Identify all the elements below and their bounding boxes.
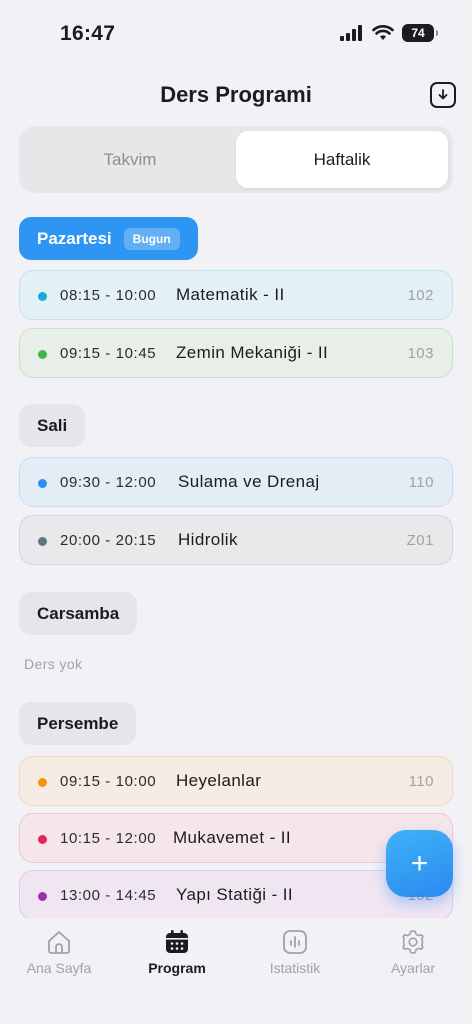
status-bar: 16:47 74 <box>0 0 472 70</box>
tab-istatistik[interactable]: Istatistik <box>236 928 354 976</box>
lesson-room: 110 <box>408 473 434 491</box>
lesson-color-dot <box>38 537 47 546</box>
lesson-color-dot <box>38 778 47 787</box>
tab-ayarlar[interactable]: Ayarlar <box>354 928 472 976</box>
lesson-card[interactable]: 09:15 - 10:00 Heyelanlar 110 <box>19 756 453 806</box>
lesson-name: Yapı Statiği - II <box>176 885 294 904</box>
chart-icon <box>283 930 307 954</box>
wifi-icon <box>372 25 394 40</box>
day-header-pazartesi: Pazartesi Bugun <box>19 217 198 260</box>
lesson-name: Mukavemet - II <box>173 828 292 847</box>
lesson-name: Heyelanlar <box>176 771 262 790</box>
lesson-color-dot <box>38 479 47 488</box>
tab-label: Program <box>148 960 206 976</box>
status-icons: 74 <box>340 24 438 42</box>
lesson-color-dot <box>38 892 47 901</box>
add-lesson-button[interactable]: + <box>386 830 453 897</box>
lesson-color-dot <box>38 835 47 844</box>
battery-icon: 74 <box>402 24 438 42</box>
lesson-card[interactable]: 08:15 - 10:00 Matematik - II 102 <box>19 270 453 320</box>
export-calendar-button[interactable] <box>430 82 456 108</box>
day-name: Carsamba <box>37 603 120 623</box>
tab-ana-sayfa[interactable]: Ana Sayfa <box>0 928 118 976</box>
lesson-color-dot <box>38 350 47 359</box>
lesson-time: 20:00 - 20:15 <box>60 531 157 549</box>
view-segmented-control: Takvim Haftalik <box>19 126 453 193</box>
day-header-persembe: Persembe <box>19 702 137 745</box>
day-name: Sali <box>37 415 68 435</box>
lesson-room: 102 <box>407 286 434 304</box>
lesson-card[interactable]: 20:00 - 20:15 Hidrolik Z01 <box>19 515 453 565</box>
lesson-room: 110 <box>408 772 434 790</box>
lesson-color-dot <box>38 292 47 301</box>
lesson-time: 13:00 - 14:45 <box>60 886 157 904</box>
calendar-icon <box>166 930 188 953</box>
tab-program[interactable]: Program <box>118 928 236 976</box>
header: Ders Programi <box>0 78 472 114</box>
lesson-name: Matematik - II <box>176 285 285 304</box>
plus-icon: + <box>410 846 429 880</box>
home-icon <box>48 931 70 954</box>
lesson-time: 09:30 - 12:00 <box>60 473 157 491</box>
lesson-time: 10:15 - 12:00 <box>60 829 157 847</box>
day-header-carsamba: Carsamba <box>19 592 138 635</box>
tab-label: Ana Sayfa <box>26 960 92 976</box>
lesson-time: 09:15 - 10:00 <box>60 772 157 790</box>
tab-label: Ayarlar <box>390 960 436 976</box>
signal-icon <box>340 25 362 41</box>
segment-haftalik[interactable]: Haftalik <box>236 131 448 188</box>
page-title: Ders Programi <box>160 82 312 107</box>
tab-label: Istatistik <box>269 960 321 976</box>
day-header-sali: Sali <box>19 404 86 447</box>
lesson-room: 103 <box>407 344 434 362</box>
lesson-name: Zemin Mekaniği - II <box>176 343 329 362</box>
screen: 16:47 74 Ders Programi Takvim Haftalik P… <box>0 0 472 1024</box>
segment-takvim[interactable]: Takvim <box>24 131 236 188</box>
lesson-room: Z01 <box>406 531 434 549</box>
status-time: 16:47 <box>60 22 116 45</box>
gear-icon <box>402 930 424 954</box>
tab-bar: Ana Sayfa Program Istatistik Ayarlar <box>0 918 472 1024</box>
today-badge: Bugun <box>123 227 180 250</box>
lesson-time: 09:15 - 10:45 <box>60 344 157 362</box>
battery-level: 74 <box>411 26 425 40</box>
day-name: Persembe <box>37 713 119 733</box>
lesson-name: Hidrolik <box>178 530 238 549</box>
lesson-time: 08:15 - 10:00 <box>60 286 157 304</box>
lesson-card[interactable]: 09:15 - 10:45 Zemin Mekaniği - II 103 <box>19 328 453 378</box>
empty-day-note: Ders yok <box>24 656 83 672</box>
export-calendar-icon <box>438 89 448 100</box>
lesson-card[interactable]: 09:30 - 12:00 Sulama ve Drenaj 110 <box>19 457 453 507</box>
lesson-name: Sulama ve Drenaj <box>178 472 320 491</box>
day-name: Pazartesi <box>37 228 112 248</box>
